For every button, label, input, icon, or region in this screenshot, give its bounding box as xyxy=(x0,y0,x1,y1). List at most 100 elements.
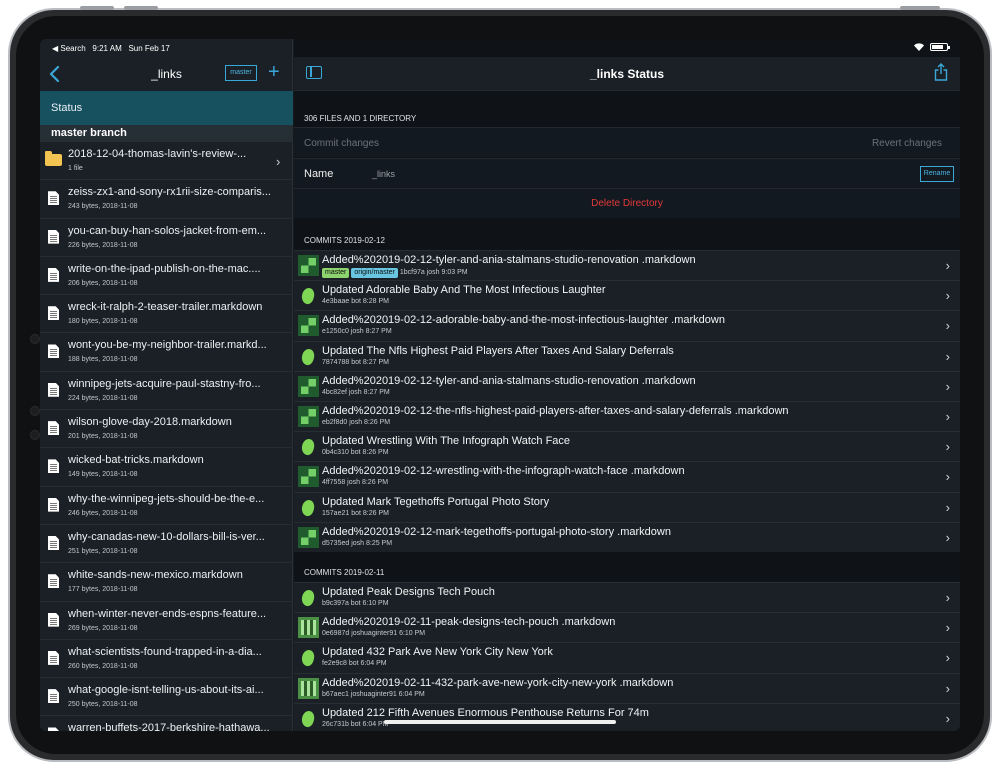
commit-message: Updated 432 Park Ave New York City New Y… xyxy=(322,646,553,659)
document-icon xyxy=(48,344,59,359)
back-to-search-link[interactable]: ◀ Search xyxy=(52,44,86,53)
revert-button[interactable]: Revert changes xyxy=(872,138,942,149)
file-meta: 243 bytes, 2018-11-08 xyxy=(68,203,138,211)
commit-row[interactable]: Updated Adorable Baby And The Most Infec… xyxy=(294,280,960,311)
user-avatar-icon xyxy=(298,466,319,488)
file-name: you-can-buy-han-solos-jacket-from-em... xyxy=(68,224,267,237)
file-name: what-scientists-found-trapped-in-a-dia..… xyxy=(68,645,262,658)
chevron-right-icon: › xyxy=(945,710,950,726)
status-bar: ◀ Search 9:21 AM Sun Feb 17 xyxy=(40,39,960,57)
file-row[interactable]: wont-you-be-my-neighbor-trailer.markd...… xyxy=(40,333,293,372)
camera-icon xyxy=(30,334,40,344)
rename-button[interactable]: Rename xyxy=(920,166,954,182)
bot-avatar-icon xyxy=(300,588,316,608)
commit-row[interactable]: Added%202019-02-12-tyler-and-ania-stalma… xyxy=(294,370,960,401)
chevron-right-icon: › xyxy=(945,378,950,394)
document-icon xyxy=(48,535,59,550)
commit-hash-author-time: 26c731b bot 6:04 PM xyxy=(322,720,389,728)
commit-meta: 0e6987d joshuaginter91 6:10 PM xyxy=(322,630,425,637)
chevron-right-icon: › xyxy=(945,318,950,334)
file-row[interactable]: what-scientists-found-trapped-in-a-dia..… xyxy=(40,640,293,679)
commit-row[interactable]: Added%202019-02-11-432-park-ave-new-york… xyxy=(294,672,960,703)
branch-button[interactable]: master xyxy=(225,65,257,81)
chevron-right-icon: › xyxy=(276,154,281,169)
file-name: wicked-bat-tricks.markdown xyxy=(68,454,204,467)
commit-message: Updated The Nfls Highest Paid Players Af… xyxy=(322,344,674,357)
file-meta: 1 file xyxy=(68,165,83,172)
chevron-right-icon: › xyxy=(945,529,950,545)
file-row[interactable]: winnipeg-jets-acquire-paul-stastny-fro..… xyxy=(40,372,293,411)
user-avatar-icon xyxy=(298,677,319,699)
file-row[interactable]: why-the-winnipeg-jets-should-be-the-e...… xyxy=(40,487,293,525)
document-icon xyxy=(48,612,59,627)
page-title: _links Status xyxy=(589,67,665,81)
document-icon xyxy=(48,229,59,244)
commit-row[interactable]: Updated The Nfls Highest Paid Players Af… xyxy=(294,340,960,371)
commit-row[interactable]: Updated Peak Designs Tech Pouch b9c397a b… xyxy=(294,582,960,613)
document-icon xyxy=(48,497,59,512)
user-avatar-icon xyxy=(298,406,319,427)
volume-button xyxy=(80,6,114,10)
commit-message: Updated Adorable Baby And The Most Infec… xyxy=(322,284,606,297)
file-row[interactable]: why-canadas-new-10-dollars-bill-is-ver..… xyxy=(40,525,293,564)
commit-meta: 157ae21 bot 8:26 PM xyxy=(322,510,389,517)
bot-avatar-icon xyxy=(300,498,316,517)
file-row[interactable]: write-on-the-ipad-publish-on-the-mac....… xyxy=(40,257,293,296)
file-list: 2018-12-04-thomas-lavin's-review-... 1 fi… xyxy=(40,142,293,731)
commit-row[interactable]: Added%202019-02-11-peak-designs-tech-pou… xyxy=(294,612,960,643)
file-meta: 188 bytes, 2018-11-08 xyxy=(68,356,138,364)
share-icon[interactable] xyxy=(934,63,948,81)
file-row[interactable]: zeiss-zx1-and-sony-rx1rii-size-comparis.… xyxy=(40,180,293,219)
wifi-icon xyxy=(914,43,924,51)
file-row[interactable]: when-winter-never-ends-espns-feature... 2… xyxy=(40,602,293,640)
commit-row[interactable]: Added%202019-02-12-wrestling-with-the-in… xyxy=(294,461,960,492)
file-meta: 224 bytes, 2018-11-08 xyxy=(68,394,138,402)
user-avatar-icon xyxy=(298,617,319,639)
commit-row[interactable]: Added%202019-02-12-the-nfls-highest-paid… xyxy=(294,401,960,432)
commits-date-header: COMMITS 2019-02-11 xyxy=(304,568,385,577)
commit-row[interactable]: Updated 212 Fifth Avenues Enormous Penth… xyxy=(294,702,960,731)
folder-icon xyxy=(45,151,62,166)
file-row[interactable]: warren-buffets-2017-berkshire-hathawa... xyxy=(40,716,293,731)
commit-row[interactable]: Added%202019-02-12-adorable-baby-and-the… xyxy=(294,310,960,341)
document-icon xyxy=(48,421,59,436)
commit-row[interactable]: Updated Wrestling With The Infograph Wat… xyxy=(294,431,960,462)
commit-message: Added%202019-02-12-tyler-and-ania-stalma… xyxy=(322,374,696,387)
commit-hash-author-time: 4e3baae bot 8:28 PM xyxy=(322,298,389,306)
chevron-right-icon: › xyxy=(945,590,950,605)
commit-meta: fe2e9c8 bot 6:04 PM xyxy=(322,660,387,667)
file-name: wreck-it-ralph-2-teaser-trailer.markdown xyxy=(68,301,263,314)
sidebar-item-status[interactable]: Status xyxy=(40,91,293,125)
commit-row[interactable]: Added%202019-02-12-mark-tegethoffs-portu… xyxy=(294,521,960,552)
folder-row[interactable]: 2018-12-04-thomas-lavin's-review-... 1 fi… xyxy=(40,142,293,181)
document-icon xyxy=(48,191,59,206)
file-row[interactable]: wilson-glove-day-2018.markdown 201 bytes,… xyxy=(40,410,293,449)
commit-message: Updated Mark Tegethoffs Portugal Photo S… xyxy=(322,495,550,508)
file-row[interactable]: wreck-it-ralph-2-teaser-trailer.markdown… xyxy=(40,295,293,334)
delete-panel: Delete Directory xyxy=(294,188,960,218)
file-name: wont-you-be-my-neighbor-trailer.markd... xyxy=(68,339,267,352)
file-meta: 250 bytes, 2018-11-08 xyxy=(68,701,138,709)
delete-directory-button[interactable]: Delete Directory xyxy=(294,198,960,209)
name-field[interactable]: _links xyxy=(372,169,395,179)
file-row[interactable]: you-can-buy-han-solos-jacket-from-em... 2… xyxy=(40,219,293,257)
plus-icon[interactable]: + xyxy=(268,62,284,82)
commit-meta: 4bc82ef josh 8:27 PM xyxy=(322,389,390,396)
chevron-right-icon: › xyxy=(945,499,950,515)
commit-hash-author-time: 0e6987d joshuaginter91 6:10 PM xyxy=(322,630,426,638)
commit-row[interactable]: Updated 432 Park Ave New York City New Y… xyxy=(294,642,960,673)
volume-button xyxy=(124,6,158,10)
commit-row[interactable]: Added%202019-02-12-tyler-and-ania-stalma… xyxy=(294,250,960,281)
commit-hash-author-time: 4bc82ef josh 8:27 PM xyxy=(322,388,390,396)
status-date: Sun Feb 17 xyxy=(128,44,170,53)
file-row[interactable]: wicked-bat-tricks.markdown 149 bytes, 201… xyxy=(40,448,293,487)
file-row[interactable]: what-google-isnt-telling-us-about-its-ai… xyxy=(40,678,293,717)
commit-hash-author-time: 1bcf97a josh 9:03 PM xyxy=(399,269,468,276)
commit-input[interactable]: Commit changes xyxy=(304,138,379,149)
file-name: wilson-glove-day-2018.markdown xyxy=(68,416,232,429)
commit-meta: b67aec1 joshuaginter91 6:04 PM xyxy=(322,691,425,698)
commit-row[interactable]: Updated Mark Tegethoffs Portugal Photo S… xyxy=(294,491,960,522)
commit-hash-author-time: 157ae21 bot 8:26 PM xyxy=(322,509,389,517)
user-avatar-icon xyxy=(298,255,319,276)
file-row[interactable]: white-sands-new-mexico.markdown 177 bytes… xyxy=(40,563,293,602)
